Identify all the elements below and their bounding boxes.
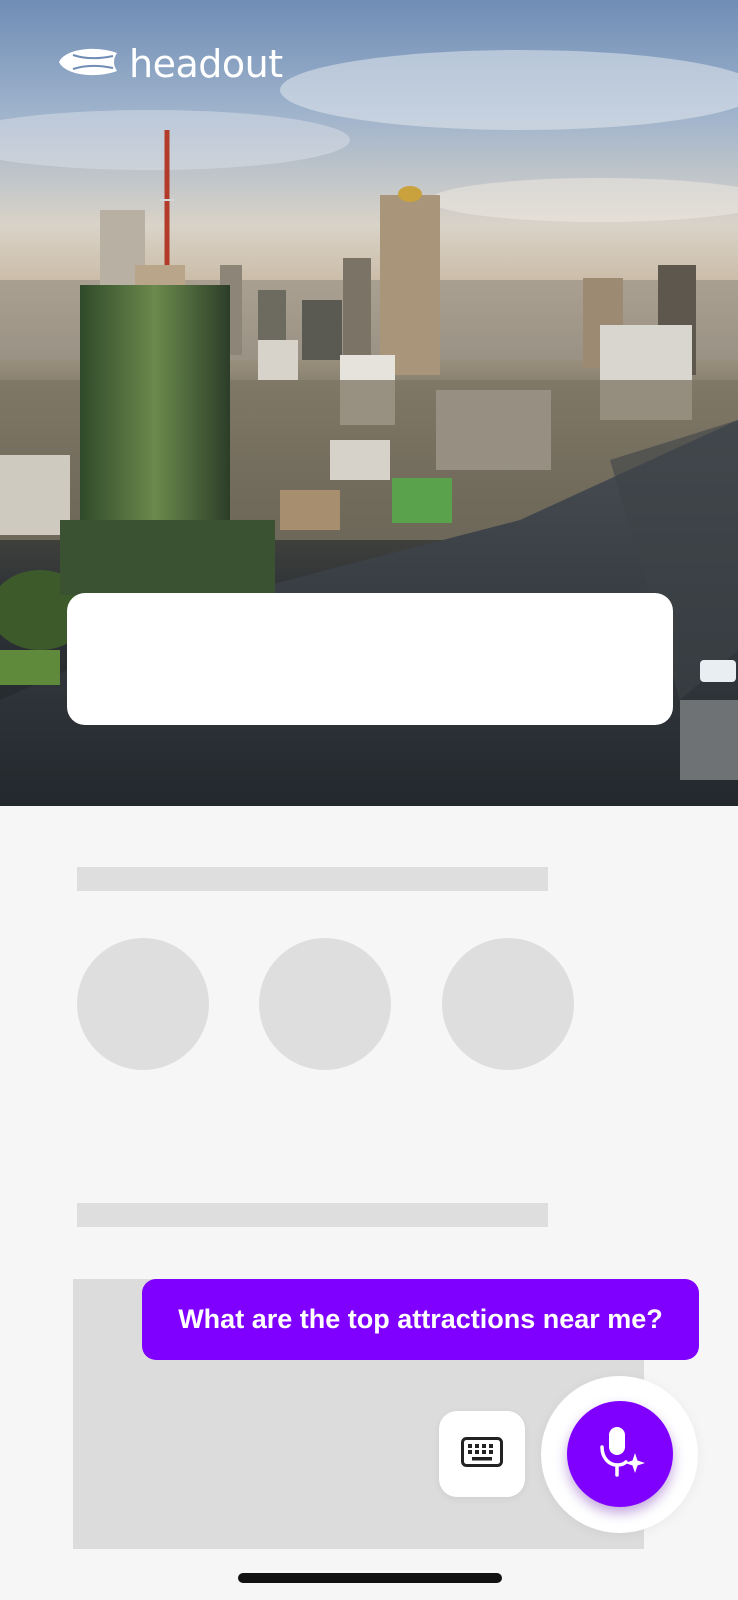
keyboard-icon (461, 1436, 503, 1472)
chat-prompt-text: What are the top attractions near me? (178, 1304, 663, 1334)
voice-mic-button[interactable] (567, 1401, 673, 1507)
brand-logo[interactable]: headout (55, 42, 283, 86)
search-card[interactable] (67, 593, 673, 725)
brand-name: headout (129, 42, 283, 86)
skeleton-circle (259, 938, 391, 1070)
blimp-icon (55, 45, 121, 84)
home-indicator (238, 1573, 502, 1583)
ai-microphone-icon (593, 1423, 647, 1486)
skeleton-circle (442, 938, 574, 1070)
chat-prompt-bubble[interactable]: What are the top attractions near me? (142, 1279, 699, 1360)
keyboard-button[interactable] (439, 1411, 525, 1497)
skeleton-title-bar (77, 1203, 548, 1227)
skeleton-circle (77, 938, 209, 1070)
skeleton-title-bar (77, 867, 548, 891)
